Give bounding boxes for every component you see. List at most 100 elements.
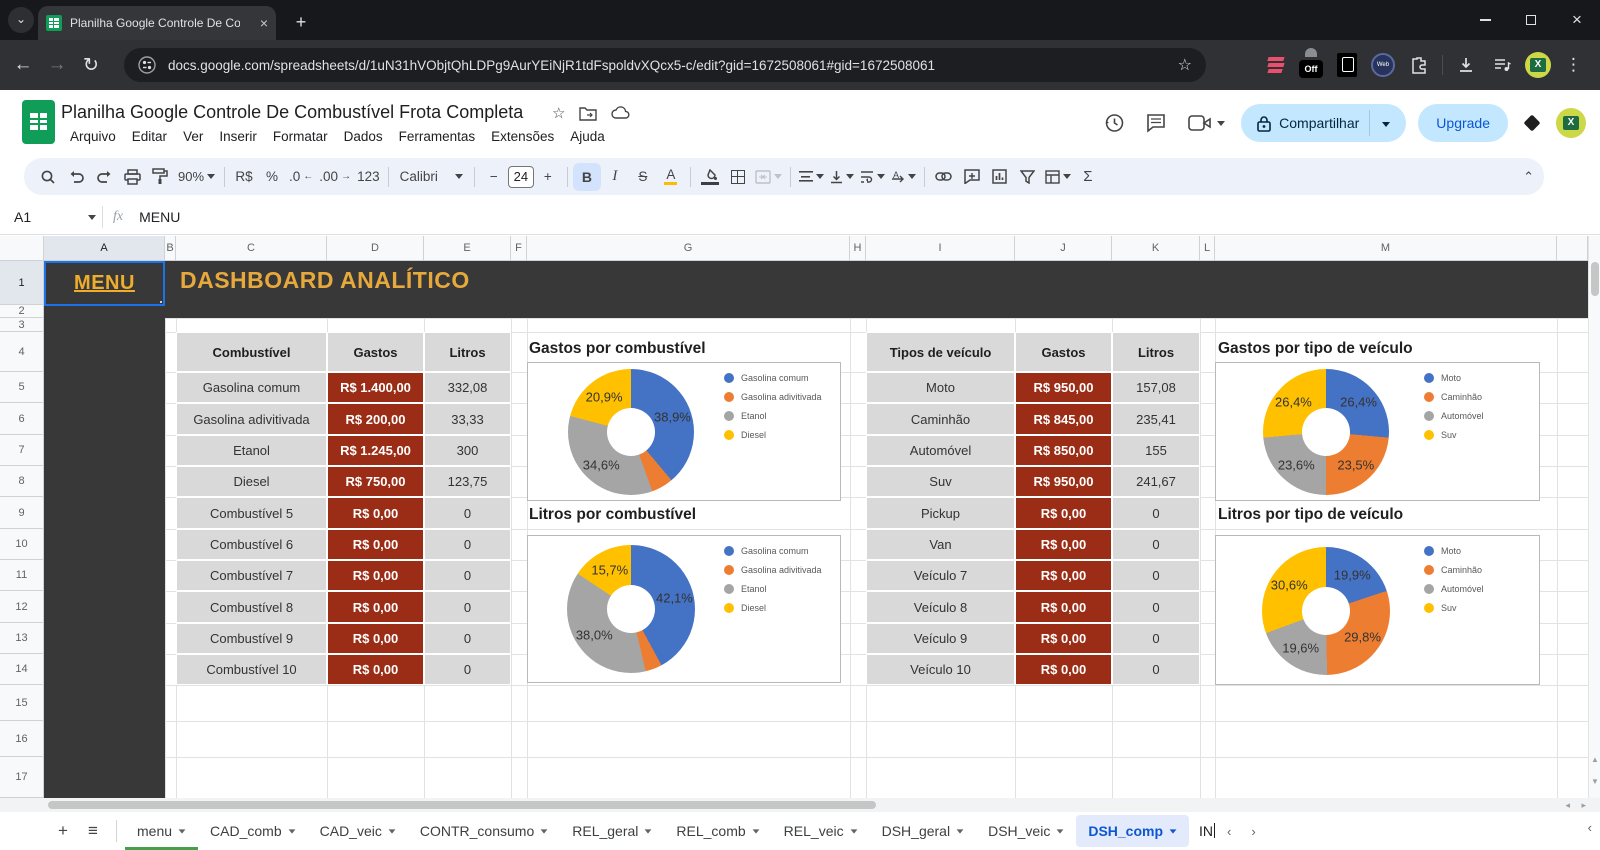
sheets-logo-icon[interactable] (22, 100, 55, 144)
print-icon[interactable] (118, 163, 146, 191)
scroll-right-icon[interactable]: ▸ (1581, 798, 1586, 812)
video-call-icon[interactable] (1183, 108, 1229, 138)
formula-input[interactable]: MENU (139, 209, 180, 225)
menu-item-arquivo[interactable]: Arquivo (62, 126, 124, 147)
tab-close-icon[interactable]: × (260, 15, 268, 31)
more-formats-button[interactable]: 123 (354, 163, 383, 191)
name-box[interactable]: A1 (0, 209, 86, 225)
menu-item-ferramentas[interactable]: Ferramentas (391, 126, 484, 147)
bookmark-star-icon[interactable]: ☆ (1178, 55, 1192, 75)
share-button[interactable]: Compartilhar (1241, 104, 1407, 142)
column-header-E[interactable]: E (424, 236, 511, 261)
window-close-button[interactable]: × (1554, 0, 1600, 40)
row-header-4[interactable]: 4 (0, 332, 44, 372)
font-size-input[interactable]: 24 (507, 165, 534, 188)
currency-format-button[interactable]: R$ (230, 163, 258, 191)
text-wrapping-button[interactable] (857, 163, 888, 191)
sheet-tab-menu-icon[interactable] (1169, 828, 1177, 834)
menu-item-extenses[interactable]: Extensões (483, 126, 562, 147)
row-header-9[interactable]: 9 (0, 497, 44, 529)
selection-fill-handle[interactable] (160, 301, 162, 303)
fill-color-button[interactable] (696, 163, 724, 191)
tabs-scroll-right-icon[interactable]: › (1241, 816, 1265, 847)
sheet-tab-menu-icon[interactable] (752, 828, 760, 834)
version-history-icon[interactable] (1099, 108, 1129, 138)
zoom-control[interactable]: 90% (174, 163, 219, 191)
row-header-3[interactable]: 3 (0, 318, 44, 332)
sheet-tab-partial[interactable]: IN (1189, 815, 1217, 847)
sheet-tab-CONTR_consumo[interactable]: CONTR_consumo (408, 815, 560, 847)
sheet-tab-menu-icon[interactable] (388, 828, 396, 834)
gemini-sparkle-icon[interactable] (1523, 114, 1541, 132)
insert-comment-icon[interactable] (958, 163, 986, 191)
share-dropdown-icon[interactable] (1370, 114, 1402, 132)
document-title[interactable]: Planilha Google Controle De Combustível … (61, 102, 523, 123)
text-color-button[interactable]: A (657, 163, 685, 191)
new-tab-button[interactable]: + (288, 10, 314, 36)
increase-decimal-button[interactable]: .00 → (316, 163, 354, 191)
chart-1[interactable]: 38,9% 34,6% 20,9% Gasolina comum Gasolina ad… (527, 362, 841, 501)
forward-icon[interactable]: → (40, 54, 74, 76)
move-folder-icon[interactable] (579, 106, 598, 121)
window-maximize-button[interactable] (1508, 0, 1554, 40)
row-header-13[interactable]: 13 (0, 623, 44, 654)
tabs-scroll-left-icon[interactable]: ‹ (1217, 816, 1241, 847)
row-header-5[interactable]: 5 (0, 372, 44, 403)
vertical-align-button[interactable] (827, 163, 857, 191)
column-header-C[interactable]: C (176, 236, 327, 261)
sheet-tab-CAD_comb[interactable]: CAD_comb (198, 815, 308, 847)
sheet-tab-CAD_veic[interactable]: CAD_veic (308, 815, 408, 847)
reload-icon[interactable]: ↻ (74, 54, 108, 77)
grid-corner[interactable] (0, 236, 44, 261)
column-header-F[interactable]: F (511, 236, 527, 261)
sheet-tab-REL_comb[interactable]: REL_comb (664, 815, 771, 847)
extension-black-icon[interactable] (1334, 52, 1360, 78)
sheet-tab-REL_geral[interactable]: REL_geral (560, 815, 664, 847)
decrease-font-size-button[interactable]: − (480, 163, 508, 191)
sheet-tab-menu-icon[interactable] (956, 828, 964, 834)
chart-4[interactable]: 19,9% 29,8% 19,6% 30,6% Moto Caminhão Automóve… (1215, 535, 1540, 685)
menu-item-ajuda[interactable]: Ajuda (562, 126, 613, 147)
extension-red-icon[interactable] (1262, 52, 1288, 78)
back-icon[interactable]: ← (6, 54, 40, 76)
window-minimize-button[interactable] (1462, 0, 1508, 40)
font-selector[interactable]: Calibri (394, 163, 469, 191)
horizontal-align-button[interactable] (796, 163, 827, 191)
column-header-A[interactable]: A (44, 236, 165, 261)
column-header-D[interactable]: D (327, 236, 424, 261)
menu-item-dados[interactable]: Dados (336, 126, 391, 147)
comments-icon[interactable] (1141, 108, 1171, 138)
cloud-status-icon[interactable] (611, 106, 630, 120)
horizontal-scroll-thumb[interactable] (48, 801, 876, 809)
row-header-7[interactable]: 7 (0, 435, 44, 466)
profile-avatar[interactable]: X (1525, 52, 1551, 78)
row-header-10[interactable]: 10 (0, 529, 44, 560)
address-bar[interactable]: docs.google.com/spreadsheets/d/1uN31hVOb… (124, 48, 1206, 82)
sheet-tab-menu-icon[interactable] (540, 828, 548, 834)
row-header-12[interactable]: 12 (0, 591, 44, 623)
menu-item-editar[interactable]: Editar (124, 126, 175, 147)
bold-button[interactable]: B (572, 162, 601, 191)
scroll-left-icon[interactable]: ◂ (1565, 798, 1570, 812)
sheet-tab-menu-icon[interactable] (178, 828, 186, 834)
column-header-I[interactable]: I (866, 236, 1015, 261)
column-header-B[interactable]: B (165, 236, 176, 261)
horizontal-scrollbar[interactable]: ◂ ▸ (0, 798, 1600, 812)
column-header-K[interactable]: K (1112, 236, 1200, 261)
row-header-1[interactable]: 1 (0, 261, 44, 305)
strikethrough-button[interactable]: S (629, 163, 657, 191)
menu-item-inserir[interactable]: Inserir (211, 126, 265, 147)
site-info-icon[interactable] (138, 56, 156, 74)
functions-button[interactable]: Σ (1074, 163, 1102, 191)
browser-tab[interactable]: Planilha Google Controle De Co × (38, 6, 276, 40)
downloads-icon[interactable] (1453, 52, 1479, 78)
extension-off-icon[interactable]: Off (1298, 52, 1324, 78)
menu-item-ver[interactable]: Ver (175, 126, 211, 147)
search-menus-icon[interactable] (34, 163, 62, 191)
italic-button[interactable]: I (601, 163, 629, 191)
insert-link-icon[interactable] (930, 163, 958, 191)
vertical-scroll-thumb[interactable] (1591, 262, 1599, 296)
extension-web-icon[interactable]: Web (1370, 52, 1396, 78)
row-header-2[interactable]: 2 (0, 305, 44, 318)
favorite-star-icon[interactable]: ☆ (552, 104, 565, 122)
